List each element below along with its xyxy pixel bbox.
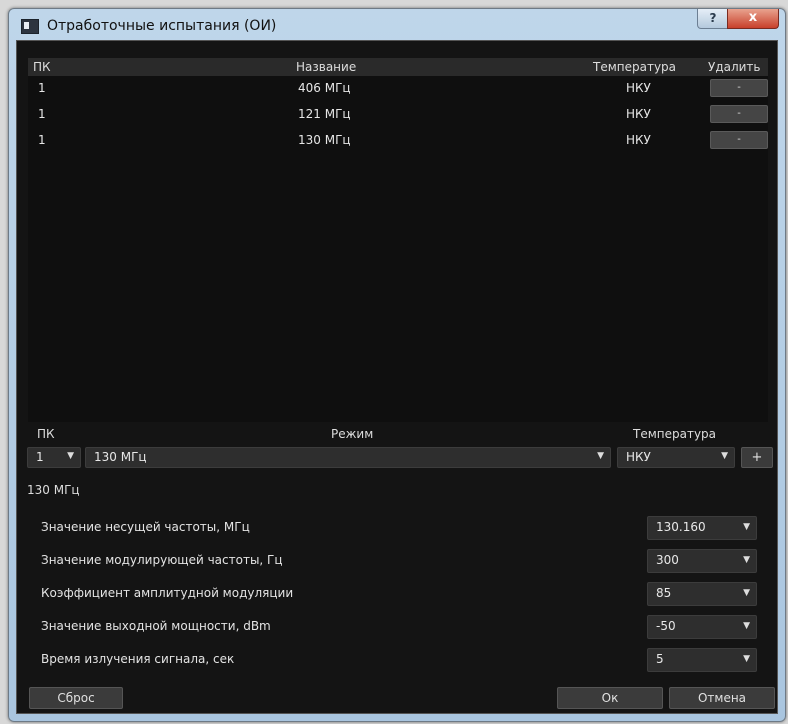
add-button[interactable]: + [741, 447, 773, 468]
param-label-emission-time: Время излучения сигнала, сек [41, 652, 235, 666]
pk-select[interactable]: 1 ▼ [27, 447, 81, 468]
help-button[interactable]: ? [697, 9, 729, 29]
delete-button[interactable]: - [710, 79, 768, 97]
param-label-carrier: Значение несущей частоты, МГц [41, 520, 250, 534]
table-header: ПК Название Температура Удалить [28, 58, 768, 76]
tests-table: ПК Название Температура Удалить 1 406 МГ… [28, 58, 768, 422]
col-delete: Удалить [708, 60, 761, 74]
chevron-down-icon: ▼ [743, 555, 750, 565]
chevron-down-icon: ▼ [597, 451, 604, 461]
param-select-output-power[interactable]: -50 ▼ [647, 615, 757, 639]
chevron-down-icon: ▼ [743, 621, 750, 631]
pk-label: ПК [37, 427, 55, 441]
table-row[interactable]: 1 130 МГц НКУ - [28, 130, 768, 152]
window-title: Отработочные испытания (ОИ) [47, 18, 277, 34]
col-temperature: Температура [593, 60, 677, 74]
cell-temperature: НКУ [626, 107, 651, 121]
cell-pk: 1 [38, 81, 46, 95]
cell-temperature: НКУ [626, 133, 651, 147]
delete-button[interactable]: - [710, 105, 768, 123]
table-row[interactable]: 1 406 МГц НКУ - [28, 78, 768, 100]
cancel-button[interactable]: Отмена [669, 687, 775, 709]
chevron-down-icon: ▼ [67, 451, 74, 461]
app-window-icon [21, 19, 39, 34]
client-area: ПК Название Температура Удалить 1 406 МГ… [16, 40, 784, 714]
table-row[interactable]: 1 121 МГц НКУ - [28, 104, 768, 126]
cell-name: 121 МГц [298, 107, 351, 121]
ok-button[interactable]: Ок [557, 687, 663, 709]
col-pk: ПК [33, 60, 51, 74]
chevron-down-icon: ▼ [743, 654, 750, 664]
param-select-am-coefficient[interactable]: 85 ▼ [647, 582, 757, 606]
chevron-down-icon: ▼ [721, 451, 728, 461]
close-button[interactable]: x [727, 9, 779, 29]
temperature-label: Температура [633, 427, 717, 441]
param-label-modulating: Значение модулирующей частоты, Гц [41, 553, 283, 567]
reset-button[interactable]: Сброс [29, 687, 123, 709]
group-title: 130 МГц [27, 483, 80, 497]
delete-button[interactable]: - [710, 131, 768, 149]
param-label-am-coefficient: Коэффициент амплитудной модуляции [41, 586, 294, 600]
cell-name: 130 МГц [298, 133, 351, 147]
mode-label: Режим [331, 427, 374, 441]
title-bar[interactable]: Отработочные испытания (ОИ) ? x [9, 9, 785, 41]
mode-select[interactable]: 130 МГц ▼ [85, 447, 611, 468]
cell-name: 406 МГц [298, 81, 351, 95]
cell-temperature: НКУ [626, 81, 651, 95]
param-select-carrier[interactable]: 130.160 ▼ [647, 516, 757, 540]
chevron-down-icon: ▼ [743, 588, 750, 598]
param-select-modulating[interactable]: 300 ▼ [647, 549, 757, 573]
col-name: Название [296, 60, 357, 74]
cell-pk: 1 [38, 107, 46, 121]
temperature-select[interactable]: НКУ ▼ [617, 447, 735, 468]
param-label-output-power: Значение выходной мощности, dBm [41, 619, 271, 633]
chevron-down-icon: ▼ [743, 522, 750, 532]
param-select-emission-time[interactable]: 5 ▼ [647, 648, 757, 672]
cell-pk: 1 [38, 133, 46, 147]
